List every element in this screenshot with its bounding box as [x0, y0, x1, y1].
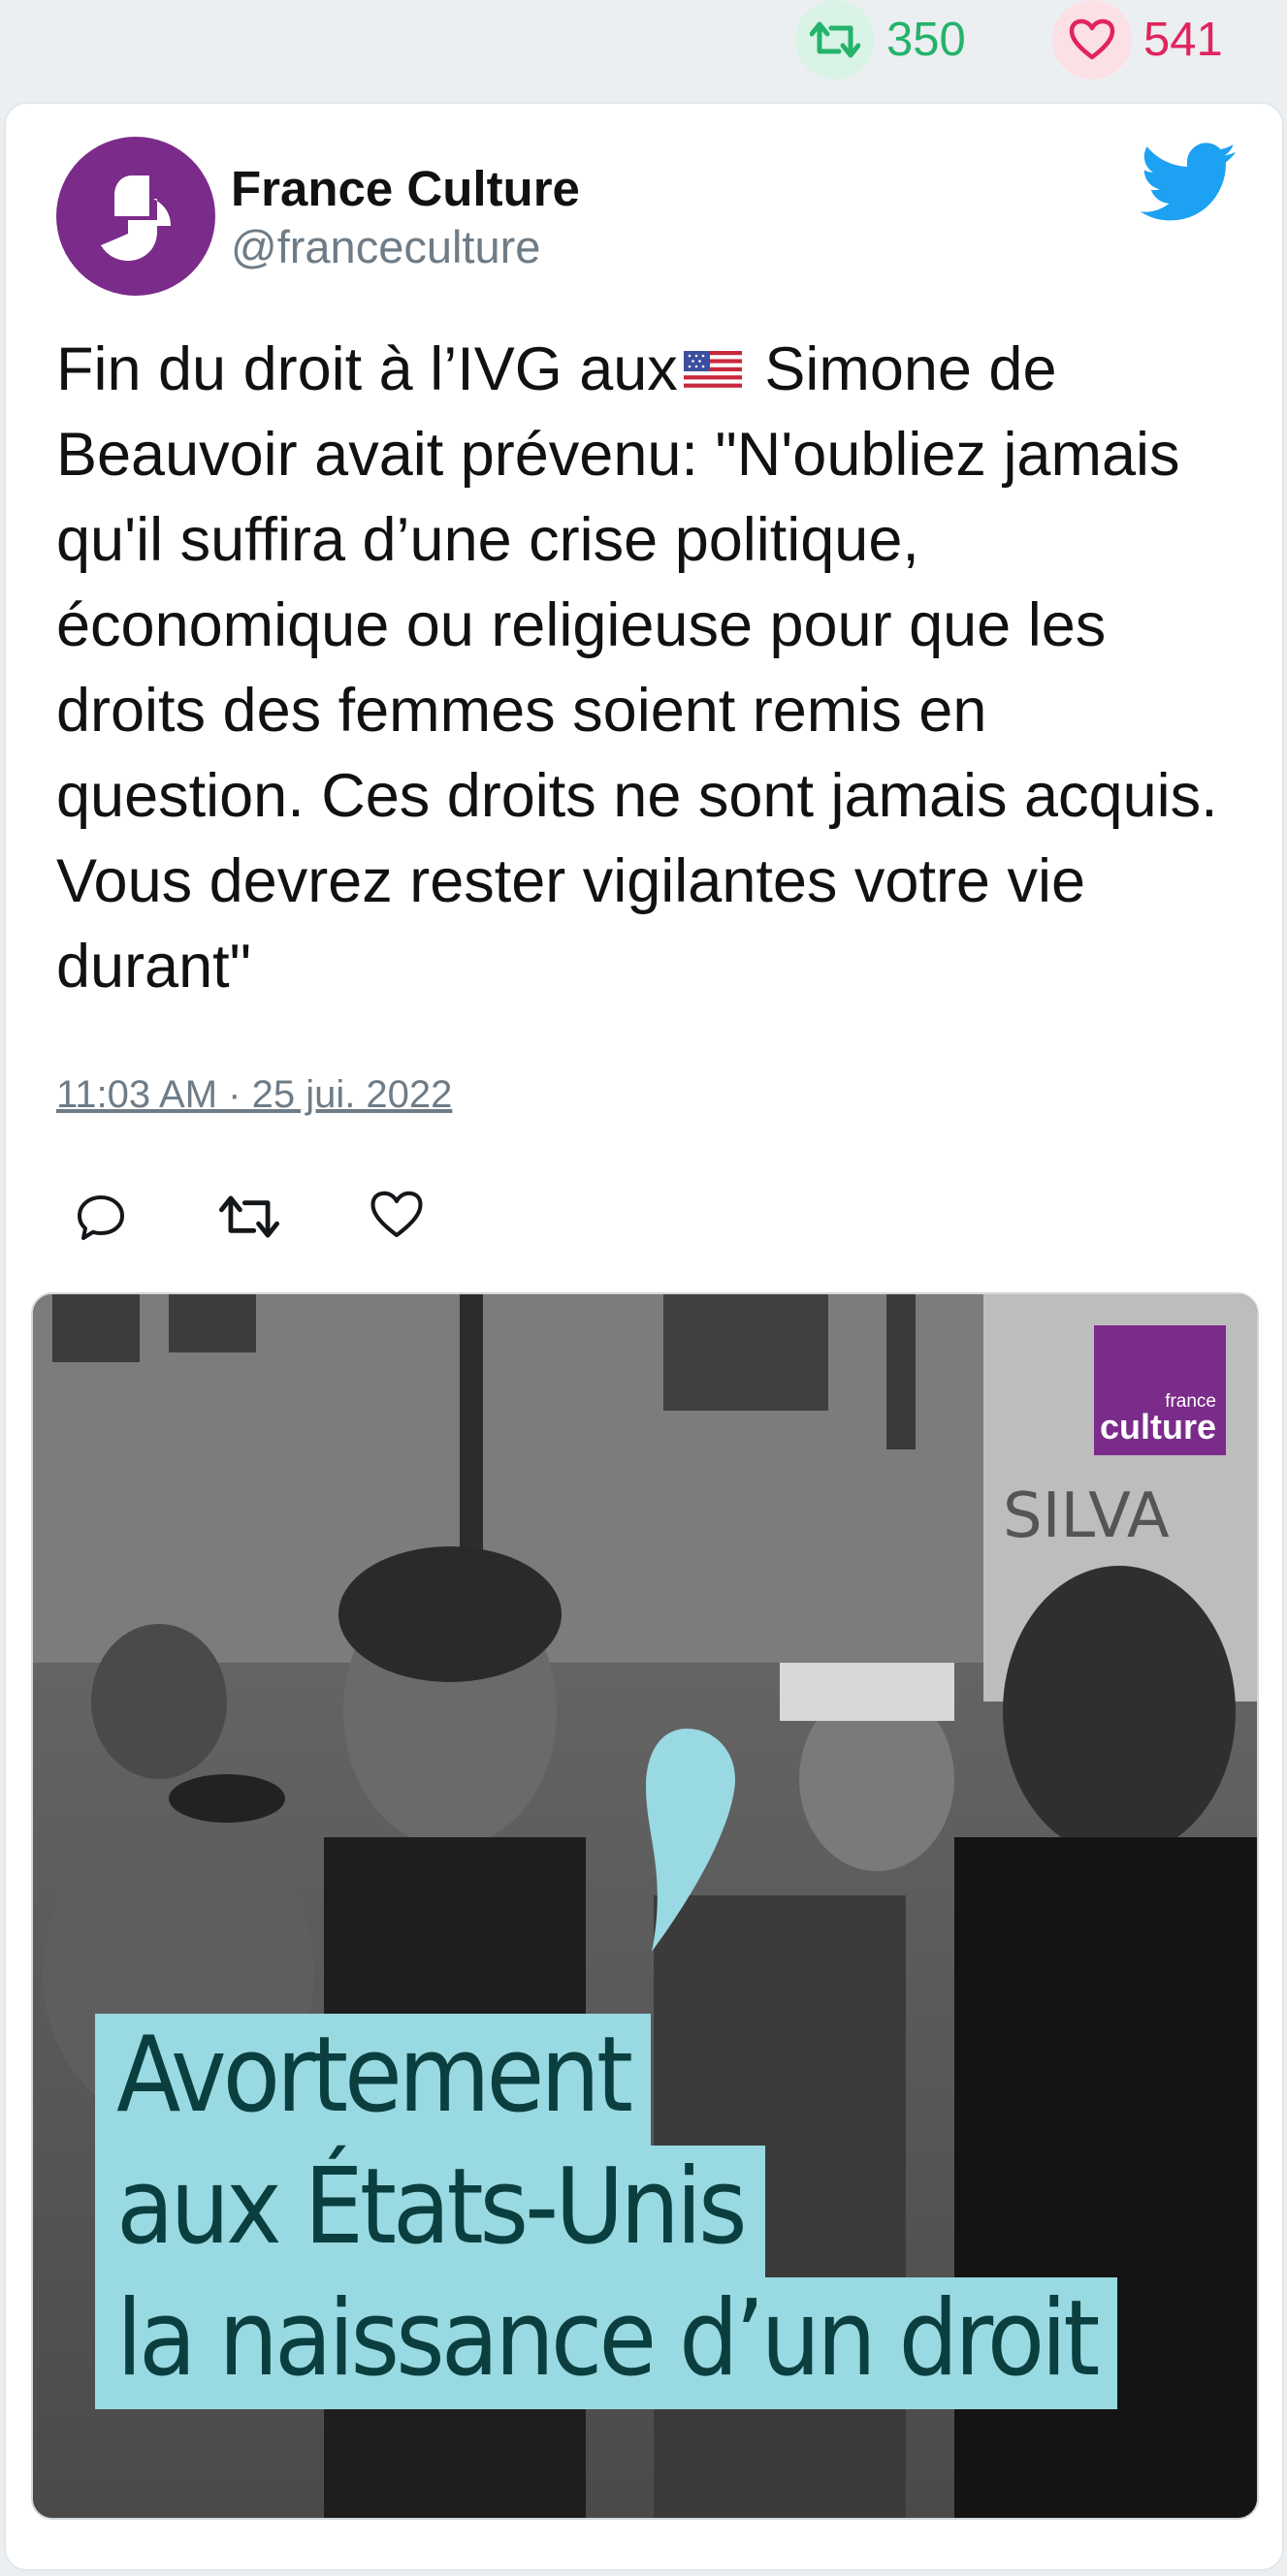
retweet-action-icon[interactable]: [219, 1190, 279, 1248]
tweet-card: France Culture @franceculture Fin du dro…: [4, 102, 1284, 2571]
badge-big-text: culture: [1099, 1407, 1216, 1447]
caption-line-3: la naissance d’un droit: [95, 2277, 1118, 2409]
tweet-text: Fin du droit à l’IVG aux Simone de Beauv…: [56, 327, 1249, 1009]
retweet-stat[interactable]: 350: [795, 0, 966, 80]
author-handle[interactable]: @franceculture: [231, 220, 540, 273]
twitter-bird-icon[interactable]: [1140, 143, 1238, 224]
france-culture-badge: france culture: [1094, 1325, 1226, 1455]
like-action-icon[interactable]: [370, 1190, 428, 1248]
tweet-timestamp[interactable]: 11:03 AM · 25 jui. 2022: [56, 1073, 452, 1117]
like-stat[interactable]: 541: [1052, 0, 1223, 80]
like-count: 541: [1143, 14, 1223, 66]
reply-icon[interactable]: [74, 1190, 132, 1248]
tweet-text-start: Fin du droit à l’IVG aux: [56, 335, 678, 403]
france-culture-logo-icon: [101, 175, 171, 261]
tweet-text-rest: Simone de Beauvoir avait prévenu: "N'oub…: [56, 335, 1236, 1001]
author-name[interactable]: France Culture: [231, 160, 580, 217]
engagement-bar: 350 541: [0, 0, 1287, 92]
caption-line-1: Avortement: [95, 2014, 651, 2146]
heart-icon[interactable]: [1052, 0, 1132, 80]
retweet-count: 350: [886, 14, 966, 66]
retweet-icon[interactable]: [795, 0, 875, 80]
quote-mark-icon: [646, 1729, 735, 1952]
us-flag-icon: [683, 329, 742, 392]
svg-text:SILVA: SILVA: [1003, 1480, 1170, 1552]
caption-line-2: aux États-Unis: [95, 2146, 765, 2277]
tweet-media-video[interactable]: SILVA france culture Avortement aux État…: [31, 1292, 1259, 2520]
avatar[interactable]: [56, 137, 215, 296]
